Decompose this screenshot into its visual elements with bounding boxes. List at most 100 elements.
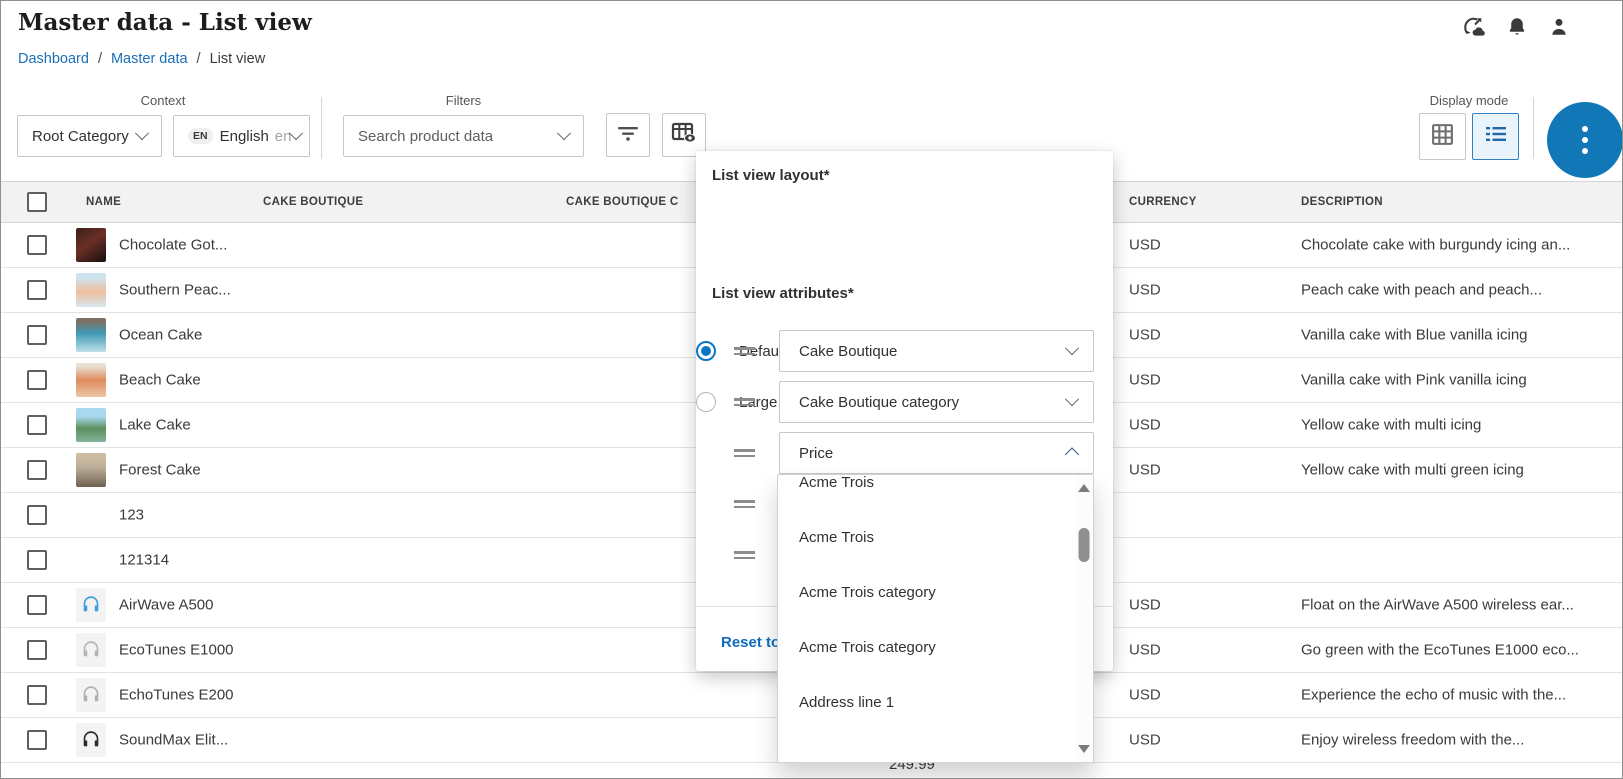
product-name: SoundMax Elit... [119, 732, 228, 749]
product-currency: USD [1129, 462, 1161, 479]
product-name: 121314 [119, 552, 169, 569]
scroll-down-arrow-icon[interactable] [1078, 745, 1090, 753]
product-name: 123 [119, 507, 144, 524]
breadcrumb-item[interactable]: Master data [111, 51, 188, 67]
attribute-options-dropdown: Acme Trois Acme Trois Acme Trois categor… [777, 474, 1094, 763]
product-description: Yellow cake with multi icing [1301, 417, 1614, 434]
sync-icon[interactable] [1461, 15, 1486, 39]
row-checkbox[interactable] [27, 730, 47, 750]
drag-handle-icon[interactable] [734, 344, 755, 358]
dropdown-option[interactable]: Acme Trois [778, 474, 1093, 510]
dropdown-option[interactable]: Address line 1 [778, 675, 1093, 730]
product-currency: USD [1129, 282, 1161, 299]
search-product-dropdown[interactable]: Search product data [343, 115, 584, 157]
user-account-icon[interactable] [1548, 15, 1570, 39]
column-header-currency: CURRENCY [1129, 196, 1197, 208]
dropdown-option[interactable]: Acme Trois category [778, 620, 1093, 675]
product-thumbnail [76, 363, 106, 397]
row-checkbox[interactable] [27, 460, 47, 480]
product-name: Chocolate Got... [119, 237, 227, 254]
row-checkbox[interactable] [27, 280, 47, 300]
locale-badge: EN [188, 128, 213, 144]
attribute-select-value: Cake Boutique [799, 343, 897, 360]
display-mode-label: Display mode [1419, 93, 1519, 108]
row-checkbox[interactable] [27, 505, 47, 525]
attribute-select[interactable]: Cake Boutique [779, 330, 1094, 372]
actions-fab-button[interactable] [1547, 102, 1623, 178]
product-name: AirWave A500 [119, 597, 214, 614]
product-name: Beach Cake [119, 372, 201, 389]
search-placeholder: Search product data [358, 128, 493, 145]
locale-value: English [220, 128, 269, 145]
chevron-down-icon [289, 126, 303, 140]
product-name: Lake Cake [119, 417, 191, 434]
filters-group-label: Filters [343, 93, 584, 108]
attribute-row: Cake Boutique [696, 330, 1113, 372]
attribute-select-value: Price [799, 445, 833, 462]
breadcrumb: Dashboard / Master data / List view [18, 51, 265, 67]
product-currency: USD [1129, 642, 1161, 659]
scrollbar-thumb[interactable] [1078, 528, 1089, 562]
reset-link[interactable]: Reset to [721, 634, 780, 651]
column-header-cake-boutique-category: CAKE BOUTIQUE C [566, 196, 678, 208]
grid-view-icon [1430, 122, 1455, 152]
top-right-icons [1461, 15, 1570, 39]
product-currency: USD [1129, 372, 1161, 389]
row-checkbox[interactable] [27, 370, 47, 390]
notifications-bell-icon[interactable] [1506, 15, 1528, 39]
product-description: Experience the echo of music with the... [1301, 687, 1614, 704]
product-thumbnail [76, 228, 106, 262]
product-thumbnail [76, 588, 106, 622]
scroll-up-arrow-icon[interactable] [1078, 484, 1090, 492]
drag-handle-icon[interactable] [734, 497, 755, 511]
filter-button[interactable] [606, 113, 650, 157]
product-description: Peach cake with peach and peach... [1301, 282, 1614, 299]
dropdown-scrollbar[interactable] [1075, 476, 1092, 761]
product-thumbnail [76, 273, 106, 307]
product-thumbnail [76, 633, 106, 667]
attribute-row: Price [696, 432, 1113, 474]
drag-handle-icon[interactable] [734, 446, 755, 460]
toolbar-divider [1533, 97, 1534, 159]
chevron-down-icon [135, 126, 149, 140]
row-checkbox[interactable] [27, 550, 47, 570]
chevron-icon [1065, 447, 1079, 461]
product-thumbnail [76, 318, 106, 352]
context-group-label: Context [17, 93, 309, 108]
grid-view-button[interactable] [1419, 113, 1466, 160]
page-title: Master data - List view [18, 9, 312, 36]
breadcrumb-item[interactable]: List view [210, 51, 266, 67]
filter-icon [616, 122, 640, 149]
product-name: Ocean Cake [119, 327, 202, 344]
chevron-icon [1065, 392, 1079, 406]
product-currency: USD [1129, 687, 1161, 704]
breadcrumb-separator: / [98, 51, 102, 67]
row-checkbox[interactable] [27, 595, 47, 615]
row-checkbox[interactable] [27, 235, 47, 255]
row-checkbox[interactable] [27, 415, 47, 435]
ellipsis-vertical-icon [1582, 126, 1588, 132]
dropdown-option[interactable]: Acme Trois [778, 510, 1093, 565]
attribute-select[interactable]: Price [779, 432, 1094, 474]
row-checkbox[interactable] [27, 640, 47, 660]
row-checkbox[interactable] [27, 325, 47, 345]
drag-handle-icon[interactable] [734, 395, 755, 409]
list-view-button[interactable] [1472, 113, 1519, 160]
product-description: Chocolate cake with burgundy icing an... [1301, 237, 1614, 254]
column-header-cake-boutique: CAKE BOUTIQUE [263, 196, 363, 208]
attribute-select[interactable]: Cake Boutique category [779, 381, 1094, 423]
drag-handle-icon[interactable] [734, 548, 755, 562]
breadcrumb-separator: / [197, 51, 201, 67]
product-currency: USD [1129, 732, 1161, 749]
chevron-down-icon [557, 126, 571, 140]
locale-code: en [275, 128, 292, 145]
breadcrumb-item[interactable]: Dashboard [18, 51, 89, 67]
category-tree-dropdown[interactable]: Root Category [17, 115, 162, 157]
product-name: EchoTunes E200 [119, 687, 234, 704]
dropdown-option[interactable]: Acme Trois category [778, 565, 1093, 620]
product-description: Float on the AirWave A500 wireless ear..… [1301, 597, 1614, 614]
locale-dropdown[interactable]: EN English en [173, 115, 310, 157]
product-description: Go green with the EcoTunes E1000 eco... [1301, 642, 1614, 659]
product-currency: USD [1129, 597, 1161, 614]
row-checkbox[interactable] [27, 685, 47, 705]
